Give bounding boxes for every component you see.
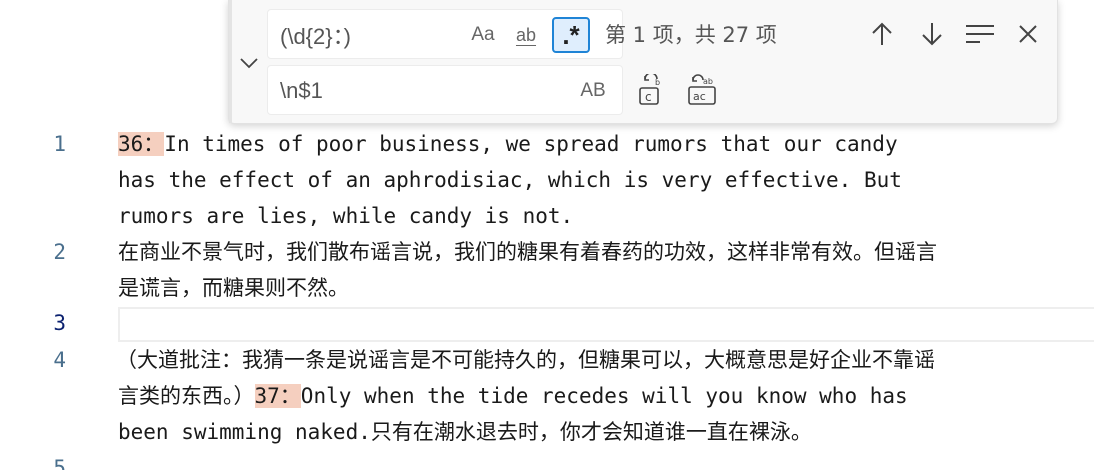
find-input-container: Aa ab .* bbox=[267, 9, 623, 59]
next-match-button[interactable] bbox=[915, 17, 949, 51]
line-text: been swimming naked. bbox=[118, 420, 371, 444]
line-text: In times of poor business, we spread rum… bbox=[164, 132, 898, 156]
find-replace-widget: Aa ab .* 第 1 项，共 27 项 AB b c ab a bbox=[228, 0, 1058, 124]
line-text: 只有在潮水退去时，你才会知道谁一直在裸泳。 bbox=[370, 420, 812, 444]
replace-input[interactable] bbox=[280, 74, 460, 108]
match-case-button[interactable]: Aa bbox=[465, 18, 501, 52]
find-in-selection-icon bbox=[966, 25, 994, 43]
code-line-1c[interactable]: rumors are lies, while candy is not. bbox=[118, 198, 1068, 234]
find-in-selection-button[interactable] bbox=[963, 17, 997, 51]
toggle-replace-button[interactable] bbox=[235, 48, 263, 78]
close-button[interactable] bbox=[1011, 17, 1045, 51]
arrow-down-icon bbox=[922, 23, 942, 46]
line-number-1: 1 bbox=[53, 132, 66, 156]
find-input[interactable] bbox=[280, 18, 460, 52]
replace-input-container: AB bbox=[267, 65, 623, 115]
code-line-1b[interactable]: has the effect of an aphrodisiac, which … bbox=[118, 162, 1068, 198]
code-line-1a[interactable]: 36：In times of poor business, we spread … bbox=[118, 126, 1068, 162]
line-text: Only when the tide recedes will you know… bbox=[300, 384, 908, 408]
chevron-down-icon bbox=[240, 58, 258, 69]
replace-icon: b c bbox=[639, 74, 660, 105]
line-number-2: 2 bbox=[53, 240, 66, 264]
current-line-highlight bbox=[118, 307, 1094, 342]
line-text: 言类的东西。） bbox=[118, 384, 255, 408]
code-line-2b[interactable]: 是谎言，而糖果则不然。 bbox=[118, 270, 1068, 306]
regex-button[interactable]: .* bbox=[552, 17, 590, 53]
svg-text:c: c bbox=[645, 90, 652, 104]
preserve-case-button[interactable]: AB bbox=[575, 74, 611, 108]
line-number-3: 3 bbox=[53, 311, 66, 335]
svg-text:b: b bbox=[655, 78, 660, 87]
previous-match-button[interactable] bbox=[865, 17, 899, 51]
whole-word-label: ab bbox=[515, 24, 537, 45]
replace-all-icon: ab ac bbox=[688, 74, 716, 105]
line-number-4: 4 bbox=[53, 348, 66, 372]
svg-text:ab: ab bbox=[703, 77, 713, 86]
search-match: 36： bbox=[118, 132, 165, 156]
line-number-5: 5 bbox=[53, 456, 66, 470]
match-count: 第 1 项，共 27 项 bbox=[605, 23, 777, 47]
whole-word-button[interactable]: ab bbox=[508, 18, 544, 52]
search-match: 37： bbox=[254, 384, 301, 408]
code-line-4a[interactable]: （大道批注：我猜一条是说谣言是不可能持久的，但糖果可以，大概意思是好企业不靠谣 bbox=[116, 342, 1066, 378]
replace-all-button[interactable]: ab ac bbox=[685, 72, 719, 108]
svg-text:ac: ac bbox=[693, 90, 706, 103]
replace-button[interactable]: b c bbox=[633, 72, 667, 108]
code-line-2a[interactable]: 在商业不景气时，我们散布谣言说，我们的糖果有着春药的功效，这样非常有效。但谣言 bbox=[118, 234, 1068, 270]
arrow-up-icon bbox=[872, 22, 892, 45]
close-icon bbox=[1019, 25, 1037, 43]
code-line-4b[interactable]: 言类的东西。）37：Only when the tide recedes wil… bbox=[118, 378, 1068, 414]
code-line-4c[interactable]: been swimming naked.只有在潮水退去时，你才会知道谁一直在裸泳… bbox=[118, 414, 1068, 450]
